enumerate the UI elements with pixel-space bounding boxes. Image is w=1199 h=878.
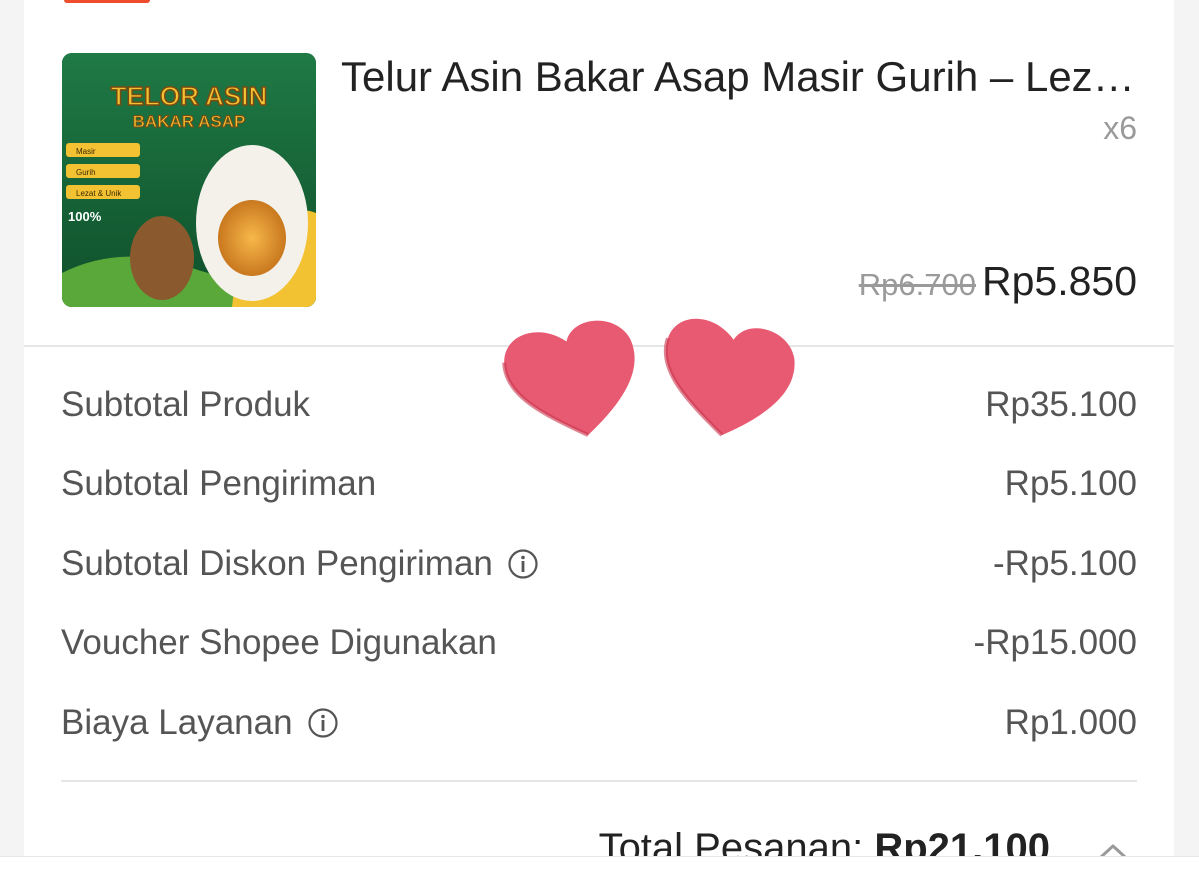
heart-right-icon bbox=[663, 318, 795, 437]
summary-row-subtotal-pengiriman: Subtotal Pengiriman Rp5.100 bbox=[61, 459, 1137, 509]
summary-label-text: Subtotal Diskon Pengiriman bbox=[61, 544, 493, 583]
image-headline-1: TELOR ASIN bbox=[111, 81, 267, 111]
info-icon[interactable] bbox=[307, 707, 339, 739]
summary-label-text: Subtotal Pengiriman bbox=[61, 464, 377, 503]
summary-value: -Rp5.100 bbox=[993, 544, 1137, 583]
summary-label: Subtotal Diskon Pengiriman bbox=[61, 544, 539, 584]
summary-label-text: Biaya Layanan bbox=[61, 703, 293, 742]
summary-row-biaya-layanan: Biaya Layanan Rp1.000 bbox=[61, 698, 1137, 748]
summary-value: Rp35.100 bbox=[985, 385, 1137, 424]
order-detail-page: TELOR ASIN BAKAR ASAP Masir Gurih Lezat … bbox=[0, 0, 1199, 878]
summary-value: Rp1.000 bbox=[1004, 703, 1137, 742]
price-original: Rp6.700 bbox=[858, 267, 976, 302]
product-quantity: x6 bbox=[1103, 110, 1137, 146]
product-title[interactable]: Telur Asin Bakar Asap Masir Gurih – Leza… bbox=[341, 52, 1137, 102]
summary-value: -Rp15.000 bbox=[973, 623, 1137, 662]
summary-value: Rp5.100 bbox=[1004, 464, 1137, 503]
summary-row-diskon-pengiriman: Subtotal Diskon Pengiriman -Rp5.100 bbox=[61, 539, 1137, 589]
total-divider bbox=[61, 780, 1137, 782]
salted-egg-image: TELOR ASIN BAKAR ASAP Masir Gurih Lezat … bbox=[62, 53, 316, 307]
info-icon[interactable] bbox=[507, 548, 539, 580]
product-price: Rp6.700 Rp5.850 bbox=[859, 258, 1137, 305]
shop-badge bbox=[64, 0, 150, 3]
image-feature-2: Gurih bbox=[76, 168, 96, 177]
hearts-sticker bbox=[502, 318, 795, 437]
price-discounted: Rp5.850 bbox=[981, 258, 1137, 304]
image-badge: 100% bbox=[68, 209, 102, 224]
image-feature-3: Lezat & Unik bbox=[76, 189, 122, 198]
summary-label: Voucher Shopee Digunakan bbox=[61, 623, 497, 663]
summary-label: Biaya Layanan bbox=[61, 703, 339, 743]
bottom-bar bbox=[0, 856, 1199, 878]
summary-label-text: Subtotal Produk bbox=[61, 385, 311, 424]
image-headline-2: BAKAR ASAP bbox=[133, 112, 246, 131]
summary-label-text: Voucher Shopee Digunakan bbox=[61, 623, 497, 662]
summary-row-voucher-shopee: Voucher Shopee Digunakan -Rp15.000 bbox=[61, 618, 1137, 668]
summary-label: Subtotal Produk bbox=[61, 385, 310, 425]
summary-label: Subtotal Pengiriman bbox=[61, 464, 376, 504]
heart-left-icon bbox=[502, 320, 635, 437]
image-feature-1: Masir bbox=[76, 147, 96, 156]
product-image[interactable]: TELOR ASIN BAKAR ASAP Masir Gurih Lezat … bbox=[62, 53, 316, 307]
